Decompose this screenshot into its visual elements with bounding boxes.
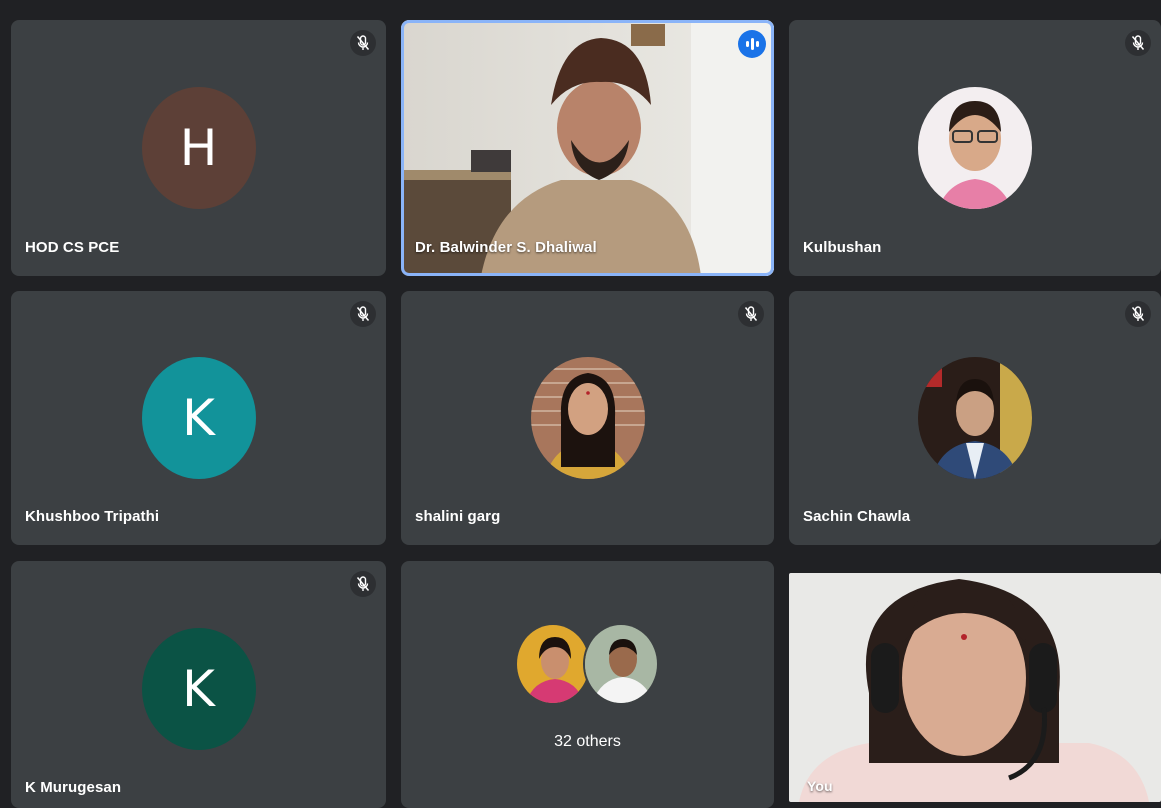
avatar: K — [141, 628, 256, 750]
participant-name: HOD CS PCE — [25, 239, 120, 256]
self-label: You — [807, 778, 833, 794]
others-avatar-stack — [514, 623, 661, 705]
participant-tile-shalini[interactable]: shalini garg — [401, 291, 774, 545]
participant-tile-khushboo[interactable]: K Khushboo Tripathi — [11, 291, 386, 545]
audio-wave-icon — [738, 30, 766, 58]
avatar: K — [141, 357, 256, 479]
others-count-label: 32 others — [554, 733, 621, 750]
participant-name: K Murugesan — [25, 779, 122, 796]
mic-off-icon — [350, 571, 376, 597]
others-tile[interactable]: 32 others — [401, 561, 774, 808]
participant-name: Kulbushan — [803, 239, 882, 256]
self-tile[interactable]: You — [789, 573, 1161, 802]
avatar — [918, 87, 1032, 209]
avatar — [582, 623, 659, 705]
mic-off-icon — [350, 301, 376, 327]
participant-name: Dr. Balwinder S. Dhaliwal — [415, 239, 597, 256]
avatar — [514, 623, 591, 705]
mic-off-icon — [350, 30, 376, 56]
avatar — [530, 357, 645, 479]
participant-tile-kulbushan[interactable]: Kulbushan — [789, 20, 1161, 276]
participant-name: Khushboo Tripathi — [25, 508, 160, 525]
participant-name: Sachin Chawla — [803, 508, 911, 525]
mic-off-icon — [1125, 301, 1151, 327]
participant-tile-sachin[interactable]: Sachin Chawla — [789, 291, 1161, 545]
participant-tile-balwinder[interactable]: Dr. Balwinder S. Dhaliwal — [401, 20, 774, 276]
mic-off-icon — [1125, 30, 1151, 56]
self-video — [789, 573, 1161, 802]
participant-tile-k-murugesan[interactable]: K K Murugesan — [11, 561, 386, 808]
participant-name: shalini garg — [415, 508, 501, 525]
participant-tile-hod-cs-pce[interactable]: H HOD CS PCE — [11, 20, 386, 276]
mic-off-icon — [738, 301, 764, 327]
avatar: H — [141, 87, 256, 209]
participant-video — [401, 20, 774, 276]
avatar — [918, 357, 1032, 479]
